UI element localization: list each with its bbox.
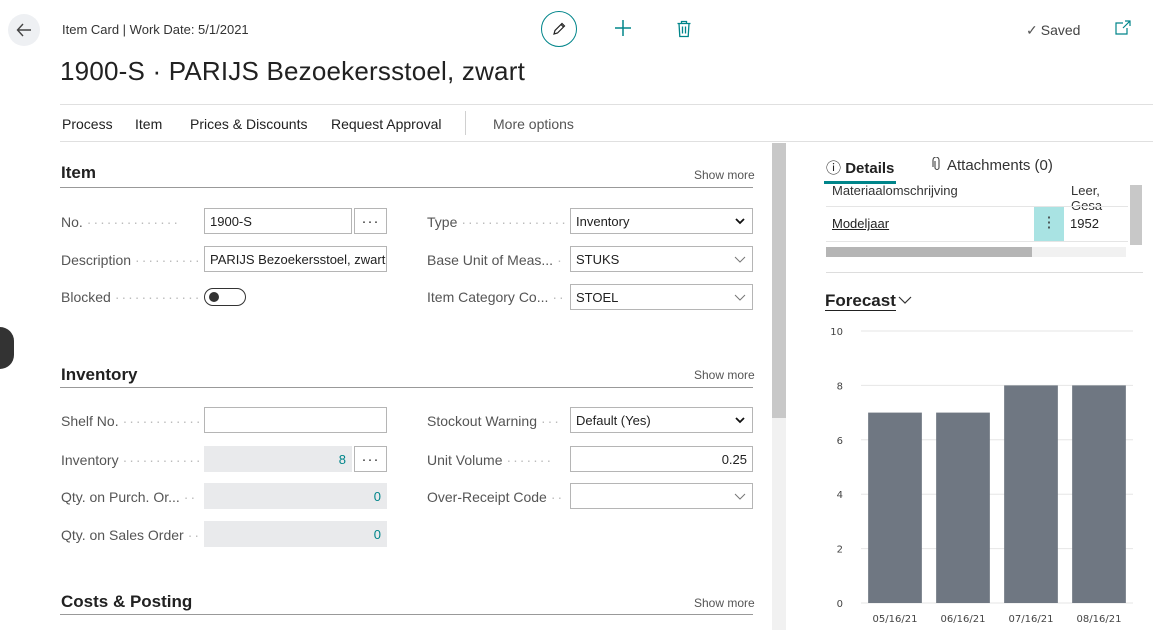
chevron-down-icon [735,218,745,225]
chevron-down-icon [734,256,746,263]
x-tick-label: 07/16/21 [1009,614,1054,625]
chevron-down-icon [898,296,912,304]
inventory-field[interactable]: 8 [204,446,352,472]
qty-sales-label: Qty. on Sales Order·· [61,527,199,543]
qty-sales-field[interactable]: 0 [204,521,387,547]
section-title-inventory[interactable]: Inventory [61,365,138,385]
paperclip-icon [932,156,940,171]
action-request-approval[interactable]: Request Approval [331,116,442,132]
list-item-value: Leer, Gesa [1071,184,1103,213]
bar [1004,385,1058,603]
arrow-left-icon [16,23,31,37]
factbox-vertical-scroll-thumb[interactable] [1130,185,1142,245]
over-receipt-label: Over-Receipt Code ·· [427,489,565,505]
show-more-costs[interactable]: Show more [694,596,755,610]
item-category-label: Item Category Co... ·· [427,289,565,305]
plus-icon [615,20,631,36]
qty-purch-field[interactable]: 0 [204,483,387,509]
x-tick-label: 05/16/21 [873,614,918,625]
section-divider [60,187,753,188]
factbox-horizontal-scroll-thumb[interactable] [826,247,1032,257]
description-field[interactable]: PARIJS Bezoekersstoel, zwart [204,246,387,272]
no-label: No. ·············· [61,214,181,230]
main-scrollbar-thumb[interactable] [772,143,786,418]
edit-button[interactable] [541,11,577,47]
factbox-details-list: Materiaalomschrijving Leer, Gesa Modelja… [826,184,1128,246]
trash-icon [677,20,691,38]
list-item-label: Materiaalomschrijving [832,184,958,198]
section-divider [60,387,753,388]
navigation-pane-handle[interactable] [0,327,14,369]
tab-attachments[interactable]: Attachments (0) [932,156,1053,174]
chevron-down-icon [734,493,746,500]
popout-icon [1115,20,1131,35]
base-unit-label: Base Unit of Meas...·· [427,252,565,268]
type-select[interactable]: Inventory [570,208,753,234]
delete-button[interactable] [674,18,694,40]
unit-volume-label: Unit Volume ······· [427,452,554,468]
action-process[interactable]: Process [62,116,113,132]
x-tick-label: 08/16/21 [1077,614,1122,625]
inventory-lookup-button[interactable]: ··· [354,446,387,472]
y-tick-label: 6 [837,436,843,447]
row-actions-button[interactable]: ⋮ [1034,207,1064,241]
shelf-no-field[interactable] [204,407,387,433]
stockout-warning-select[interactable]: Default (Yes) [570,407,753,433]
item-category-field[interactable]: STOEL [570,284,753,310]
type-label: Type ················ [427,214,565,230]
blocked-label: Blocked ·············· [61,289,199,305]
no-lookup-button[interactable]: ··· [354,208,387,234]
section-title-costs-posting[interactable]: Costs & Posting [61,592,192,612]
description-label: Description ·········· [61,252,199,268]
check-icon: ✓ [1026,22,1038,38]
y-tick-label: 0 [837,599,843,610]
bar [868,412,922,603]
base-unit-field[interactable]: STUKS [570,246,753,272]
y-tick-label: 2 [837,545,843,556]
page-title: 1900-S · PARIJS Bezoekersstoel, zwart [60,56,525,86]
back-button[interactable] [8,14,40,46]
blocked-toggle[interactable] [204,288,246,306]
chevron-down-icon [735,417,745,424]
new-button[interactable] [611,16,635,40]
y-tick-label: 4 [837,490,843,501]
over-receipt-field[interactable] [570,483,753,509]
modeljaar-link[interactable]: Modeljaar [832,216,889,231]
open-new-window-button[interactable] [1114,20,1132,41]
y-tick-label: 8 [837,381,843,392]
action-more-options[interactable]: More options [493,116,574,132]
info-icon: ⓘ [826,160,842,177]
section-divider [60,614,753,615]
forecast-chart: 0 2 4 6 8 10 05/16/21 06/16/21 07/16/21 08/16/21 [830,327,1133,625]
x-tick-label: 06/16/21 [941,614,986,625]
list-item-value: 1952 [1070,216,1099,231]
chevron-down-icon [734,294,746,301]
action-bar: Process Item Prices & Discounts Request … [60,104,1153,142]
forecast-title[interactable]: Forecast [825,291,912,311]
unit-volume-field[interactable]: 0.25 [570,446,753,472]
show-more-item[interactable]: Show more [694,168,755,182]
action-separator [465,111,466,135]
show-more-inventory[interactable]: Show more [694,368,755,382]
tab-details[interactable]: ⓘ Details [826,157,894,178]
qty-purch-label: Qty. on Purch. Or... ·· [61,489,198,505]
action-prices-discounts[interactable]: Prices & Discounts [190,116,307,132]
breadcrumb: Item Card | Work Date: 5/1/2021 [62,22,249,37]
factbox-divider [826,272,1143,273]
stockout-warning-label: Stockout Warning ··· [427,413,561,429]
inventory-label: Inventory ············ [61,452,199,468]
action-item[interactable]: Item [135,116,162,132]
bar [936,412,990,603]
saved-status: ✓ Saved [1026,22,1081,38]
y-tick-label: 10 [830,327,843,338]
shelf-no-label: Shelf No. ············ [61,413,199,429]
section-title-item[interactable]: Item [61,163,96,183]
no-field[interactable]: 1900-S [204,208,352,234]
pencil-icon [553,22,566,35]
bar [1072,385,1126,603]
